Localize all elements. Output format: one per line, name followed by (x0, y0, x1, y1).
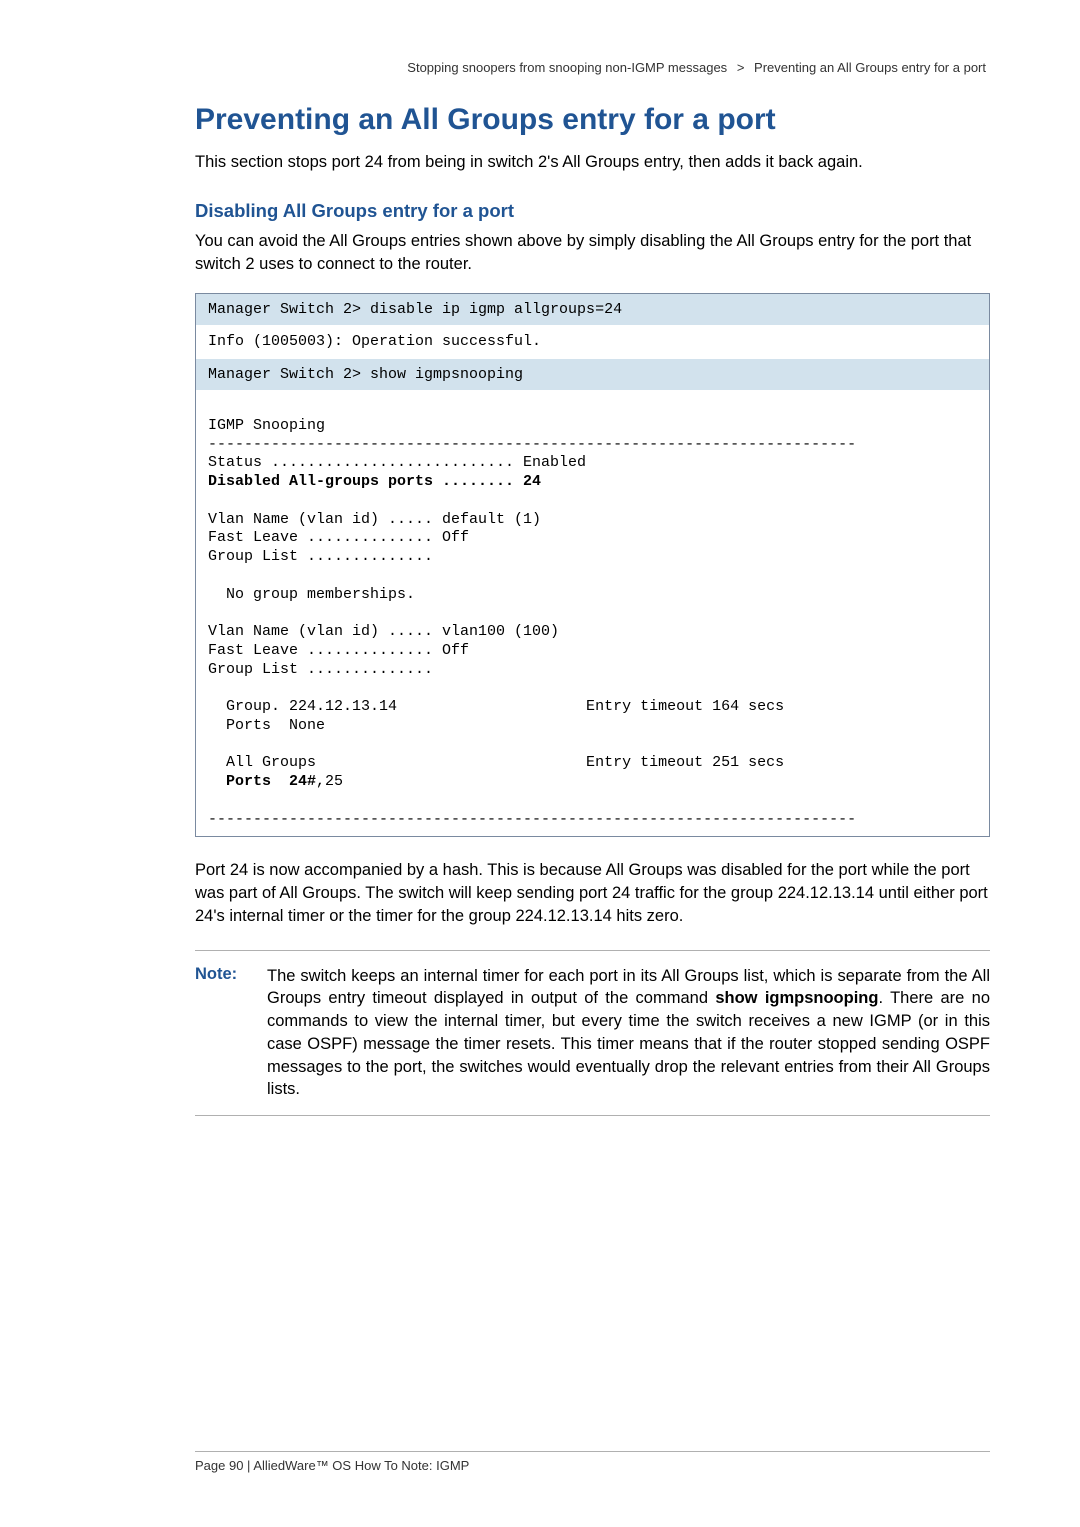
terminal-output-2: IGMP Snooping --------------------------… (196, 391, 989, 836)
note-label: Note: (195, 965, 267, 984)
out-vlan100-fast: Fast Leave .............. Off (208, 642, 469, 659)
out-allgroups-ports-rest: ,25 (316, 773, 343, 790)
out-allgroups-entry: All Groups Entry timeout 251 secs (208, 754, 784, 771)
out-header: IGMP Snooping (208, 417, 325, 434)
out-vlan1-name: Vlan Name (vlan id) ..... default (1) (208, 511, 541, 528)
post-terminal-paragraph: Port 24 is now accompanied by a hash. Th… (195, 859, 990, 927)
note-command: show igmpsnooping (715, 989, 878, 1007)
page-footer: Page 90 | AlliedWare™ OS How To Note: IG… (195, 1451, 990, 1473)
out-status: Status ........................... Enabl… (208, 454, 586, 471)
out-vlan100-name: Vlan Name (vlan id) ..... vlan100 (100) (208, 623, 559, 640)
out-group-ports: Ports None (208, 717, 325, 734)
terminal-command-2: Manager Switch 2> show igmpsnooping (196, 359, 989, 391)
terminal-command-1: Manager Switch 2> disable ip igmp allgro… (196, 294, 989, 326)
out-vlan100-group: Group List .............. (208, 661, 433, 678)
out-group-entry: Group. 224.12.13.14 Entry timeout 164 se… (208, 698, 784, 715)
out-allgroups-ports-bold: Ports 24# (208, 773, 316, 790)
page-title: Preventing an All Groups entry for a por… (195, 103, 990, 137)
out-vlan1-fast: Fast Leave .............. Off (208, 529, 469, 546)
out-dash1: ----------------------------------------… (208, 436, 856, 453)
breadcrumb-separator: > (737, 60, 745, 75)
note-block: Note: The switch keeps an internal timer… (195, 950, 990, 1117)
terminal-output-box: Manager Switch 2> disable ip igmp allgro… (195, 293, 990, 837)
sub-intro-paragraph: You can avoid the All Groups entries sho… (195, 230, 990, 276)
out-vlan1-group: Group List .............. (208, 548, 433, 565)
out-dash2: ----------------------------------------… (208, 811, 856, 828)
note-text: The switch keeps an internal timer for e… (267, 965, 990, 1102)
out-vlan1-nogroup: No group memberships. (208, 586, 415, 603)
out-disabled-ports: Disabled All-groups ports ........ 24 (208, 473, 541, 490)
subheading: Disabling All Groups entry for a port (195, 200, 990, 222)
breadcrumb: Stopping snoopers from snooping non-IGMP… (195, 60, 990, 75)
terminal-output-1: Info (1005003): Operation successful. (196, 326, 989, 359)
intro-paragraph: This section stops port 24 from being in… (195, 151, 990, 174)
breadcrumb-part2: Preventing an All Groups entry for a por… (754, 60, 986, 75)
breadcrumb-part1: Stopping snoopers from snooping non-IGMP… (407, 60, 727, 75)
